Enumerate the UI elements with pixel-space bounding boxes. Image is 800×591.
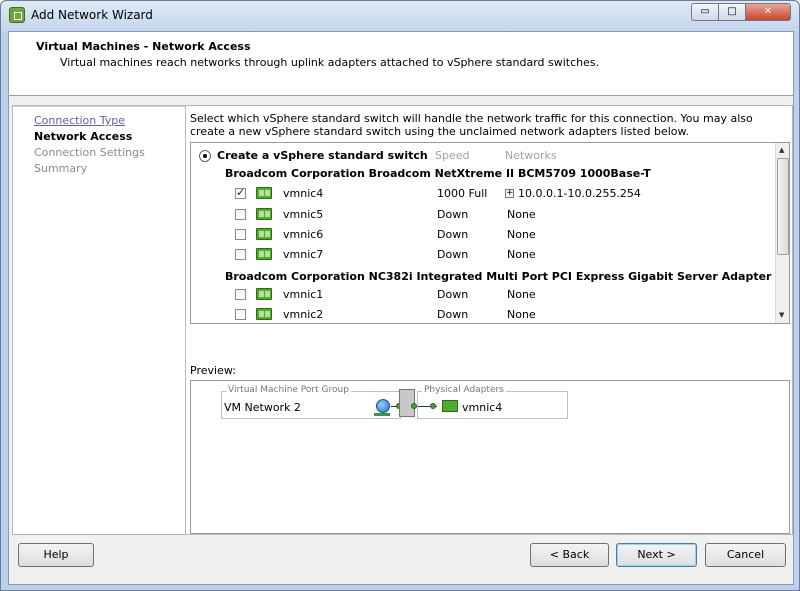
wizard-content: Select which vSphere standard switch wil…: [185, 105, 793, 535]
connector-dot: [430, 403, 436, 409]
list-item-vmnic7[interactable]: vmnic7 Down None: [191, 245, 775, 265]
vmnic5-checkbox[interactable]: [235, 209, 246, 220]
wizard-step-nav: Connection Type Network Access Connectio…: [12, 105, 185, 535]
network-adapter-icon: [256, 308, 272, 320]
next-button[interactable]: Next >: [616, 543, 697, 567]
nav-step-network-access: Network Access: [34, 130, 133, 143]
nic-speed: Down: [437, 248, 469, 261]
physical-adapters-box: Physical Adapters vmnic4: [417, 385, 568, 419]
minimize-button[interactable]: ▭: [691, 3, 719, 21]
network-adapter-icon: [256, 248, 272, 260]
vmnic1-checkbox[interactable]: [235, 289, 246, 300]
back-button[interactable]: < Back: [530, 543, 609, 567]
nav-step-connection-settings: Connection Settings: [34, 146, 145, 159]
preview-label: Preview:: [190, 364, 236, 377]
vmnic4-checkbox[interactable]: [235, 186, 246, 199]
adapter-group-title: Broadcom Corporation NC382i Integrated M…: [225, 270, 772, 283]
vmnic2-checkbox[interactable]: [235, 309, 246, 320]
scroll-thumb[interactable]: [777, 158, 789, 255]
nic-speed: Down: [437, 288, 469, 301]
instructions-text: Select which vSphere standard switch wil…: [190, 112, 753, 138]
nic-networks: None: [507, 248, 536, 261]
networks-column-header: Networks: [505, 149, 557, 162]
list-scrollbar[interactable]: ▲ ▼: [775, 143, 789, 323]
list-item-vmnic6[interactable]: vmnic6 Down None: [191, 225, 775, 245]
preview-panel: Virtual Machine Port Group VM Network 2 …: [190, 380, 790, 534]
port-group-caption: Virtual Machine Port Group: [226, 385, 351, 395]
nic-name: vmnic4: [283, 187, 324, 200]
nic-networks: None: [507, 288, 536, 301]
network-adapter-icon: [442, 400, 458, 412]
scroll-down-icon[interactable]: ▼: [779, 311, 784, 319]
page-title: Virtual Machines - Network Access: [36, 40, 251, 53]
window-title: Add Network Wizard: [31, 8, 153, 22]
list-item-vmnic1[interactable]: vmnic1 Down None: [191, 285, 775, 305]
vmnic7-checkbox[interactable]: [235, 249, 246, 260]
close-button[interactable]: ✕: [745, 3, 791, 21]
vm-network-icon-base: [374, 413, 390, 416]
vsphere-app-icon: [9, 7, 25, 23]
network-adapter-icon: [256, 187, 272, 199]
scroll-up-icon[interactable]: ▲: [779, 146, 784, 154]
nic-name: vmnic2: [283, 308, 324, 321]
nic-name: vmnic7: [283, 248, 324, 261]
speed-column-header: Speed: [435, 149, 470, 162]
vmnic6-checkbox[interactable]: [235, 229, 246, 240]
network-adapter-icon: [256, 228, 272, 240]
maximize-button[interactable]: □: [718, 3, 746, 21]
nic-networks: 10.0.0.1-10.0.255.254: [518, 187, 641, 200]
physical-adapter-name: vmnic4: [462, 401, 503, 414]
create-switch-option-row[interactable]: Create a vSphere standard switch Speed N…: [191, 143, 775, 163]
nav-step-summary: Summary: [34, 162, 88, 175]
cancel-button[interactable]: Cancel: [705, 543, 786, 567]
nic-networks: None: [507, 208, 536, 221]
adapter-group-title: Broadcom Corporation Broadcom NetXtreme …: [225, 167, 651, 180]
nic-speed: Down: [437, 228, 469, 241]
nic-name: vmnic5: [283, 208, 324, 221]
switch-adapter-list: Create a vSphere standard switch Speed N…: [190, 142, 790, 324]
nic-name: vmnic1: [283, 288, 324, 301]
nav-step-connection-type[interactable]: Connection Type: [34, 114, 125, 127]
wizard-header: Virtual Machines - Network Access Virtua…: [9, 32, 793, 96]
network-adapter-icon: [256, 208, 272, 220]
expand-networks-icon[interactable]: +: [505, 189, 514, 198]
nav-divider: [13, 106, 185, 107]
nic-speed: 1000 Full: [437, 187, 488, 200]
list-item-vmnic2[interactable]: vmnic2 Down None: [191, 305, 775, 323]
nic-networks: None: [507, 308, 536, 321]
title-bar[interactable]: Add Network Wizard ▭ □ ✕: [1, 1, 799, 31]
vm-network-icon: [376, 399, 390, 413]
nic-speed: Down: [437, 208, 469, 221]
wizard-client-area: Virtual Machines - Network Access Virtua…: [8, 31, 794, 585]
create-switch-label: Create a vSphere standard switch: [217, 149, 428, 162]
page-subtitle: Virtual machines reach networks through …: [60, 56, 600, 69]
nic-speed: Down: [437, 308, 469, 321]
list-item-vmnic4[interactable]: vmnic4 1000 Full + 10.0.0.1-10.0.255.254: [191, 185, 775, 205]
list-item-vmnic5[interactable]: vmnic5 Down None: [191, 205, 775, 225]
help-button[interactable]: Help: [18, 543, 94, 567]
port-group-name: VM Network 2: [224, 401, 301, 414]
add-network-wizard-window: Add Network Wizard ▭ □ ✕ Virtual Machine…: [0, 0, 800, 591]
port-group-box: Virtual Machine Port Group VM Network 2: [221, 385, 401, 419]
network-adapter-icon: [256, 288, 272, 300]
physical-adapters-caption: Physical Adapters: [422, 385, 506, 395]
create-switch-radio[interactable]: [199, 150, 211, 162]
nic-name: vmnic6: [283, 228, 324, 241]
nic-networks: None: [507, 228, 536, 241]
